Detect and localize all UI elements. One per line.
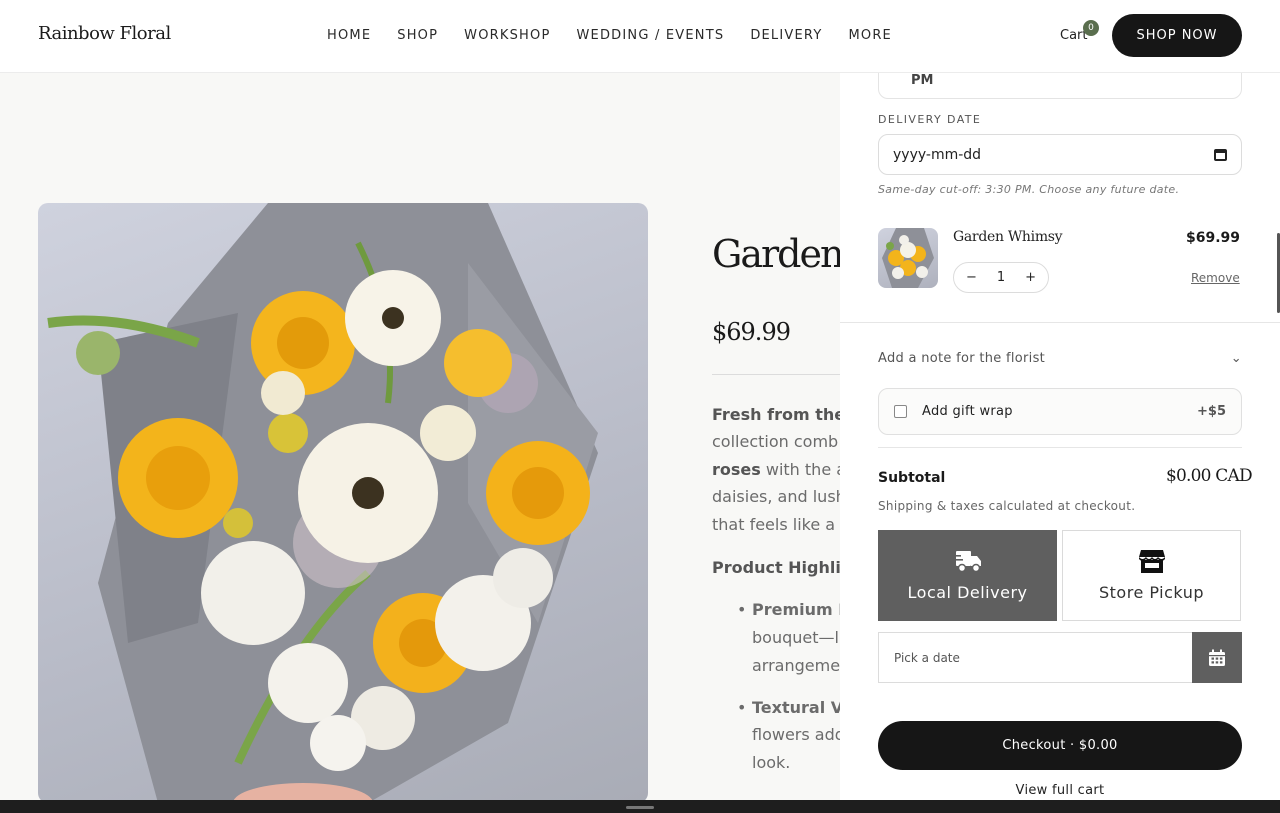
cart-item-name[interactable]: Garden Whimsy bbox=[953, 229, 1063, 245]
gift-wrap-checkbox[interactable] bbox=[894, 405, 907, 418]
main-nav: HOME SHOP WORKSHOP WEDDING / EVENTS DELI… bbox=[327, 28, 892, 43]
product-description-line: daisies, and lush bbox=[712, 487, 846, 506]
store-pickup-label: Store Pickup bbox=[1099, 583, 1204, 602]
nav-home[interactable]: HOME bbox=[327, 28, 371, 43]
truck-icon bbox=[953, 551, 981, 573]
pick-date-input[interactable]: Pick a date bbox=[878, 632, 1192, 683]
pick-date-placeholder: Pick a date bbox=[894, 650, 960, 665]
cart-item-price: $69.99 bbox=[1186, 230, 1241, 246]
subtotal-value: $0.00 CAD bbox=[1166, 466, 1253, 486]
site-header: Rainbow Floral HOME SHOP WORKSHOP WEDDIN… bbox=[0, 0, 1280, 73]
product-image bbox=[38, 203, 648, 803]
decrease-quantity-button[interactable]: − bbox=[966, 270, 977, 285]
delivery-date-input[interactable]: yyyy-mm-dd bbox=[878, 134, 1242, 175]
product-price: $69.99 bbox=[712, 318, 791, 346]
date-picker-button[interactable] bbox=[1192, 632, 1242, 683]
quantity-stepper: − 1 + bbox=[953, 262, 1049, 293]
highlight-item-text: bouquet—l bbox=[752, 628, 839, 647]
calendar-icon bbox=[1209, 649, 1225, 666]
gift-wrap-option[interactable]: Add gift wrap +$5 bbox=[878, 388, 1242, 435]
nav-workshop[interactable]: WORKSHOP bbox=[464, 28, 550, 43]
bullet-icon: • bbox=[737, 698, 747, 717]
checkout-button[interactable]: Checkout · $0.00 bbox=[878, 721, 1242, 770]
shop-now-button[interactable]: SHOP NOW bbox=[1112, 14, 1242, 57]
highlight-item-text: look. bbox=[752, 753, 791, 772]
product-description-line: Fresh from the bbox=[712, 405, 846, 424]
time-slot-label: PM bbox=[911, 73, 934, 88]
nav-shop[interactable]: SHOP bbox=[397, 28, 438, 43]
quantity-value[interactable]: 1 bbox=[997, 270, 1005, 285]
view-full-cart-link[interactable]: View full cart bbox=[878, 783, 1242, 798]
divider bbox=[712, 374, 842, 375]
bouquet-illustration bbox=[47, 203, 598, 803]
florist-note-label: Add a note for the florist bbox=[878, 351, 1046, 366]
delivery-date-label: DELIVERY DATE bbox=[878, 113, 982, 126]
store-icon bbox=[1139, 550, 1165, 573]
chevron-down-icon: ⌄ bbox=[1230, 351, 1242, 366]
highlight-item: Textural Va bbox=[752, 698, 854, 717]
divider bbox=[840, 322, 1280, 323]
brand-logo[interactable]: Rainbow Floral bbox=[38, 23, 171, 44]
bouquet-thumbnail-icon bbox=[882, 228, 934, 288]
local-delivery-option[interactable]: Local Delivery bbox=[878, 530, 1057, 621]
shipping-note: Shipping & taxes calculated at checkout. bbox=[878, 499, 1136, 513]
bottom-handle[interactable] bbox=[626, 806, 654, 809]
product-description-line: that feels like a bbox=[712, 515, 836, 534]
gift-wrap-label: Add gift wrap bbox=[922, 404, 1013, 419]
bottom-bar bbox=[0, 800, 1280, 813]
local-delivery-label: Local Delivery bbox=[907, 583, 1028, 602]
cart-drawer: PM DELIVERY DATE yyyy-mm-dd Same-day cut… bbox=[840, 73, 1280, 800]
remove-item-link[interactable]: Remove bbox=[1191, 271, 1240, 285]
increase-quantity-button[interactable]: + bbox=[1025, 270, 1036, 285]
highlight-item-text: flowers add bbox=[752, 725, 845, 744]
delivery-date-hint: Same-day cut-off: 3:30 PM. Choose any fu… bbox=[878, 183, 1180, 196]
nav-wedding-events[interactable]: WEDDING / EVENTS bbox=[577, 28, 725, 43]
bullet-icon: • bbox=[737, 600, 747, 619]
florist-note-toggle[interactable]: Add a note for the florist ⌄ bbox=[878, 351, 1242, 366]
highlight-item: Premium E bbox=[752, 600, 850, 619]
divider bbox=[878, 447, 1242, 448]
product-description-line: roses with the a bbox=[712, 460, 847, 479]
gift-wrap-price: +$5 bbox=[1197, 404, 1226, 419]
nav-more[interactable]: MORE bbox=[848, 28, 892, 43]
delivery-date-value: yyyy-mm-dd bbox=[893, 146, 982, 163]
cart-count-badge: 0 bbox=[1083, 20, 1099, 36]
calendar-icon[interactable] bbox=[1214, 148, 1227, 161]
store-pickup-option[interactable]: Store Pickup bbox=[1062, 530, 1241, 621]
product-description-line: collection comb bbox=[712, 432, 839, 451]
nav-delivery[interactable]: DELIVERY bbox=[750, 28, 822, 43]
subtotal-label: Subtotal bbox=[878, 470, 946, 486]
cart-item-thumbnail bbox=[878, 228, 938, 288]
highlight-item-text: arrangeme bbox=[752, 656, 841, 675]
